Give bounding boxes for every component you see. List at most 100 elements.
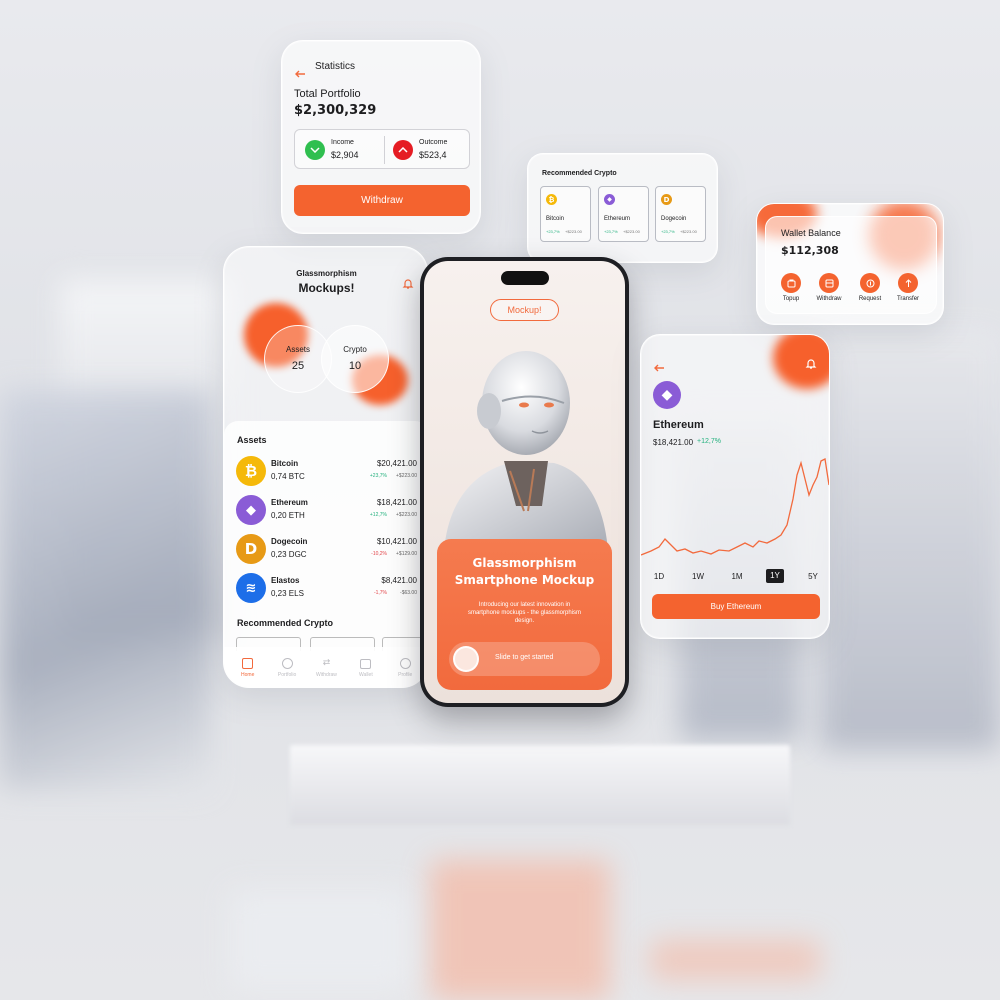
range-selector: 1D 1W 1M 1Y 5Y xyxy=(649,568,823,584)
slide-to-start-track[interactable]: Slide to get started xyxy=(449,642,600,676)
wallet-withdraw-label: Withdraw xyxy=(816,296,842,302)
bg-reflection-card xyxy=(230,890,410,990)
ethereum-icon: ◆ xyxy=(604,194,615,205)
intro-title-line2: Smartphone Mockup xyxy=(454,573,595,587)
asset-change: +23,7% xyxy=(369,473,387,479)
buy-ethereum-button[interactable]: Buy Ethereum xyxy=(652,594,820,619)
eth-change: +12,7% xyxy=(697,438,721,445)
statistics-title: Statistics xyxy=(315,61,356,72)
bitcoin-icon: ₿ xyxy=(546,194,557,205)
rec-ethereum-name: Ethereum xyxy=(604,216,631,222)
outcome-label: Outcome xyxy=(419,139,448,146)
slide-handle[interactable] xyxy=(453,646,479,672)
eth-bell-icon[interactable] xyxy=(805,355,817,369)
asset-amount: 0,74 BTC xyxy=(271,472,305,481)
crypto-circle-value: 10 xyxy=(348,360,362,372)
nav-withdraw[interactable]: ⇄ Withdraw xyxy=(308,658,344,678)
app-title-line2: Mockups! xyxy=(298,281,355,295)
rec-dogecoin-value: +$223.00 xyxy=(680,229,697,234)
asset-change: -1,7% xyxy=(373,590,387,596)
asset-row-elastos[interactable]: ≋ Elastos 0,23 ELS $8,421.00 -1,7% -$63.… xyxy=(236,572,417,604)
robot-illustration xyxy=(424,331,625,551)
income-value: $2,904 xyxy=(331,150,359,160)
bg-pedestal xyxy=(290,745,790,825)
income-outcome-divider xyxy=(384,136,385,164)
request-icon xyxy=(860,273,880,293)
nav-withdraw-label: Withdraw xyxy=(316,672,337,678)
eth-orange-blob xyxy=(773,335,829,389)
slide-label: Slide to get started xyxy=(495,654,554,661)
asset-row-ethereum[interactable]: ◆ Ethereum 0,20 ETH $18,421.00 +12,7% +$… xyxy=(236,494,417,526)
crypto-circle[interactable]: Crypto 10 xyxy=(321,325,389,393)
ethereum-icon: ◆ xyxy=(653,381,681,409)
topup-label: Topup xyxy=(782,296,800,302)
range-5y[interactable]: 5Y xyxy=(803,572,823,581)
request-button[interactable]: Request xyxy=(855,273,885,302)
range-1w[interactable]: 1W xyxy=(688,572,708,581)
app-title-line1: Glassmorphism xyxy=(296,269,357,278)
topup-button[interactable]: Topup xyxy=(779,273,803,302)
swap-icon: ⇄ xyxy=(322,658,331,668)
assets-panel: Assets ₿ Bitcoin 0,74 BTC $20,421.00 +23… xyxy=(224,421,427,687)
rec-card-ethereum[interactable]: ◆ Ethereum +23,7% +$223.00 xyxy=(598,186,649,242)
center-phone-screen: Mockup! Glassmorphism Smartphone Mockup … xyxy=(424,261,625,703)
range-1y[interactable]: 1Y xyxy=(766,569,784,583)
bitcoin-icon: ₿ xyxy=(236,456,266,486)
asset-price: $10,421.00 xyxy=(376,537,417,546)
bell-icon[interactable] xyxy=(402,275,414,289)
wallet-balance-value: $112,308 xyxy=(781,244,839,257)
wallet-withdraw-icon xyxy=(819,273,839,293)
total-portfolio-value: $2,300,329 xyxy=(294,103,377,118)
total-portfolio-label: Total Portfolio xyxy=(294,88,361,100)
nav-wallet[interactable]: Wallet xyxy=(348,658,384,678)
bg-pillar-left-far xyxy=(0,390,210,790)
asset-change: +12,7% xyxy=(369,512,387,518)
eth-price-line xyxy=(641,458,829,556)
rec-card-dogecoin[interactable]: D Dogecoin +23,7% +$223.00 xyxy=(655,186,706,242)
intro-title-line1: Glassmorphism xyxy=(472,556,577,570)
eth-price: $18,421.00 xyxy=(653,438,694,447)
nav-profile[interactable]: Profile xyxy=(387,658,423,678)
asset-row-dogecoin[interactable]: D Dogecoin 0,23 DGC $10,421.00 -10,2% +$… xyxy=(236,533,417,565)
asset-name: Dogecoin xyxy=(271,537,308,546)
bg-pillar-right xyxy=(820,330,1000,750)
nav-profile-label: Profile xyxy=(398,672,413,678)
nav-portfolio[interactable]: Portfolio xyxy=(269,658,305,678)
wallet-withdraw-button[interactable]: Withdraw xyxy=(813,273,845,302)
income-icon xyxy=(305,140,325,160)
eth-back-arrow-icon[interactable] xyxy=(653,357,665,372)
range-1d[interactable]: 1D xyxy=(649,572,669,581)
recommended-crypto-title: Recommended Crypto xyxy=(542,170,617,177)
rec-ethereum-value: +$223.00 xyxy=(623,229,640,234)
mockup-badge[interactable]: Mockup! xyxy=(490,299,559,321)
asset-price: $20,421.00 xyxy=(376,459,417,468)
range-1m[interactable]: 1M xyxy=(727,572,747,581)
dogecoin-icon: D xyxy=(236,534,266,564)
income-outcome-box: Income $2,904 Outcome $523,4 xyxy=(294,129,470,169)
asset-delta: +$129.00 xyxy=(396,551,417,557)
transfer-button[interactable]: Transfer xyxy=(893,273,923,302)
recommended-heading: Recommended Crypto xyxy=(237,618,334,628)
asset-amount: 0,23 ELS xyxy=(271,589,304,598)
wallet-balance-card: Wallet Balance $112,308 Topup Withdraw R… xyxy=(756,203,944,325)
profile-icon xyxy=(399,658,411,669)
crypto-circle-label: Crypto xyxy=(343,345,367,354)
asset-price: $18,421.00 xyxy=(376,498,417,507)
left-phone-screen: Glassmorphism Mockups! Assets 25 Crypto … xyxy=(223,246,428,688)
asset-name: Elastos xyxy=(271,576,300,585)
asset-row-bitcoin[interactable]: ₿ Bitcoin 0,74 BTC $20,421.00 +23,7% +$2… xyxy=(236,455,417,487)
bg-reflection-orange xyxy=(430,860,610,1000)
transfer-label: Transfer xyxy=(896,296,920,302)
withdraw-button[interactable]: Withdraw xyxy=(294,185,470,216)
rec-card-bitcoin[interactable]: ₿ Bitcoin +23,7% +$223.00 xyxy=(540,186,591,242)
back-arrow-icon[interactable] xyxy=(294,63,306,78)
bg-reflection-orange-right xyxy=(650,940,820,980)
wallet-icon xyxy=(360,658,372,669)
transfer-icon xyxy=(898,273,918,293)
nav-home[interactable]: Home xyxy=(230,658,266,678)
ethereum-card: ◆ Ethereum $18,421.00 +12,7% 1D 1W 1M 1Y… xyxy=(640,334,830,639)
scene: Statistics Total Portfolio $2,300,329 In… xyxy=(0,0,1000,1000)
bottom-nav: Home Portfolio ⇄ Withdraw Wallet Profile xyxy=(224,647,427,687)
topup-icon xyxy=(781,273,801,293)
asset-name: Ethereum xyxy=(271,498,308,507)
